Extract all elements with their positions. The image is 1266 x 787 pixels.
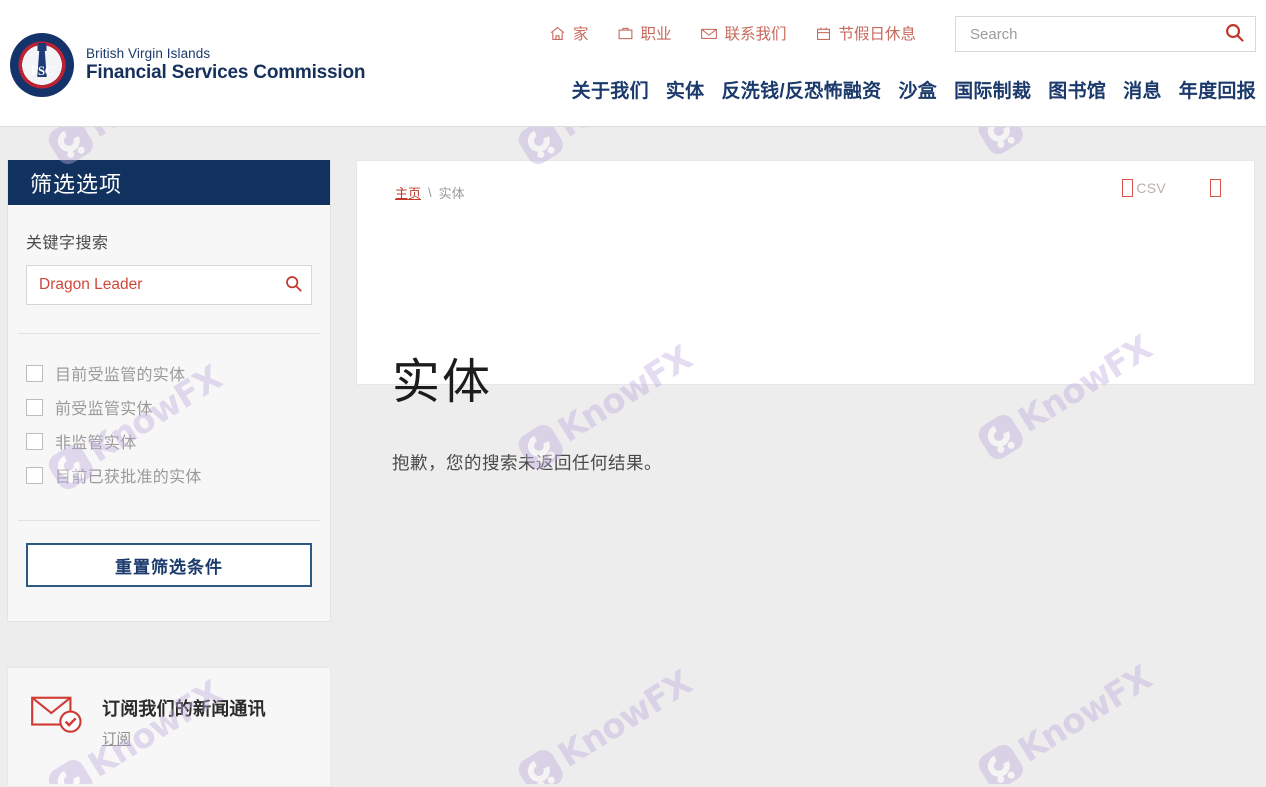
envelope-icon: [700, 25, 718, 42]
breadcrumb-separator: \: [428, 185, 432, 200]
logo-line-1: British Virgin Islands: [86, 46, 211, 62]
main-nav: 关于我们 实体 反洗钱/反恐怖融资 沙盒 国际制裁 图书馆 消息 年度回报: [572, 76, 1256, 103]
newsletter-text: 订阅我们的新闻通讯 订阅: [102, 692, 266, 749]
keyword-search-input[interactable]: [27, 276, 275, 294]
keyword-search-box[interactable]: [26, 265, 312, 305]
checkbox-icon[interactable]: [26, 466, 43, 484]
filter-panel-title: 筛选选项: [30, 171, 123, 197]
checkbox-row-non-regulated[interactable]: 非监管实体: [26, 424, 312, 458]
utility-nav-item-careers[interactable]: 职业: [617, 22, 672, 44]
utility-nav: 家 职业 联系我们 节假日休息: [549, 22, 916, 44]
breadcrumb: 主页 \ 实体: [395, 183, 465, 202]
envelope-check-icon: [30, 692, 86, 741]
main-nav-item-about[interactable]: 关于我们: [572, 76, 649, 103]
briefcase-icon: [617, 25, 634, 42]
newsletter-title: 订阅我们的新闻通讯: [102, 699, 266, 719]
search-button[interactable]: [1213, 17, 1255, 51]
checkbox-label-non-regulated: 非监管实体: [55, 435, 137, 452]
seal-abbrev: FSC: [30, 63, 54, 79]
document-actions: CSV: [1122, 179, 1224, 197]
page-title: 实体: [392, 356, 493, 409]
bvi-fsc-seal-icon: FSC: [10, 33, 74, 97]
checkbox-row-currently-approved[interactable]: 目前已获批准的实体: [26, 458, 312, 492]
calendar-icon: [815, 25, 832, 42]
checkbox-row-formerly-regulated[interactable]: 前受监管实体: [26, 390, 312, 424]
utility-nav-item-contact[interactable]: 联系我们: [700, 22, 787, 44]
main-nav-item-news[interactable]: 消息: [1123, 76, 1162, 103]
site-header: FSC British Virgin Islands Financial Ser…: [0, 0, 1266, 127]
print-action[interactable]: [1210, 179, 1224, 197]
csv-download-label: CSV: [1136, 180, 1166, 196]
newsletter-subscribe-link[interactable]: 订阅: [102, 728, 131, 749]
site-logo[interactable]: FSC British Virgin Islands Financial Ser…: [10, 33, 366, 97]
search-icon: [1224, 22, 1245, 46]
main-nav-item-library[interactable]: 图书馆: [1048, 76, 1106, 103]
main-nav-item-sandbox[interactable]: 沙盒: [898, 76, 937, 103]
search-icon: [284, 274, 303, 296]
no-results-message: 抱歉，您的搜索未返回任何结果。: [392, 453, 662, 473]
checkbox-label-currently-approved: 目前已获批准的实体: [55, 469, 202, 486]
reset-button-wrap: 重置筛选条件: [8, 521, 330, 621]
page-body: 筛选选项 关键字搜索 Dragon Leader 目前受监管的实体 前受监管实体…: [0, 127, 1266, 787]
checkbox-label-currently-regulated: 目前受监管的实体: [55, 367, 186, 384]
breadcrumb-home-link[interactable]: 主页: [395, 183, 421, 202]
utility-nav-item-holidays[interactable]: 节假日休息: [815, 22, 917, 44]
utility-nav-label-contact: 联系我们: [724, 26, 787, 43]
checkbox-label-formerly-regulated: 前受监管实体: [55, 401, 153, 418]
utility-nav-item-home[interactable]: 家: [549, 22, 589, 44]
utility-nav-label-holidays: 节假日休息: [838, 26, 917, 43]
filter-panel-header: 筛选选项: [8, 160, 330, 205]
checkbox-row-currently-regulated[interactable]: 目前受监管的实体: [26, 356, 312, 390]
utility-nav-label-home: 家: [573, 26, 589, 43]
csv-download-icon: [1122, 179, 1134, 197]
checkbox-icon[interactable]: [26, 398, 43, 416]
breadcrumb-current: 实体: [438, 186, 465, 201]
print-icon: [1210, 179, 1221, 197]
header-search[interactable]: [955, 16, 1256, 52]
main-nav-item-entities[interactable]: 实体: [666, 76, 705, 103]
logo-text: British Virgin Islands Financial Service…: [86, 46, 366, 83]
utility-nav-label-careers: 职业: [640, 26, 672, 43]
filter-panel: 筛选选项 关键字搜索 Dragon Leader 目前受监管的实体 前受监管实体…: [7, 160, 331, 622]
keyword-search-label: 关键字搜索: [26, 235, 109, 252]
content-card: 主页 \ 实体 CSV: [356, 160, 1255, 385]
sidebar: 筛选选项 关键字搜索 Dragon Leader 目前受监管的实体 前受监管实体…: [7, 160, 331, 787]
reset-filters-button[interactable]: 重置筛选条件: [26, 543, 312, 587]
checkbox-icon[interactable]: [26, 432, 43, 450]
csv-download-action[interactable]: CSV: [1122, 179, 1166, 197]
keyword-search-section: 关键字搜索: [8, 205, 330, 305]
newsletter-signup-box[interactable]: 订阅我们的新闻通讯 订阅: [7, 667, 331, 787]
main-nav-item-annual-returns[interactable]: 年度回报: [1179, 76, 1256, 103]
keyword-search-button[interactable]: [275, 266, 311, 304]
entity-status-filter-group: 目前受监管的实体 前受监管实体 非监管实体 目前已获批准的实体: [8, 334, 330, 492]
checkbox-icon[interactable]: [26, 364, 43, 382]
home-icon: [549, 25, 566, 42]
main-nav-item-aml-cft[interactable]: 反洗钱/反恐怖融资: [721, 76, 881, 103]
logo-line-2: Financial Services Commission: [86, 61, 366, 83]
search-input[interactable]: [956, 25, 1213, 43]
main-nav-item-sanctions[interactable]: 国际制裁: [954, 76, 1031, 103]
